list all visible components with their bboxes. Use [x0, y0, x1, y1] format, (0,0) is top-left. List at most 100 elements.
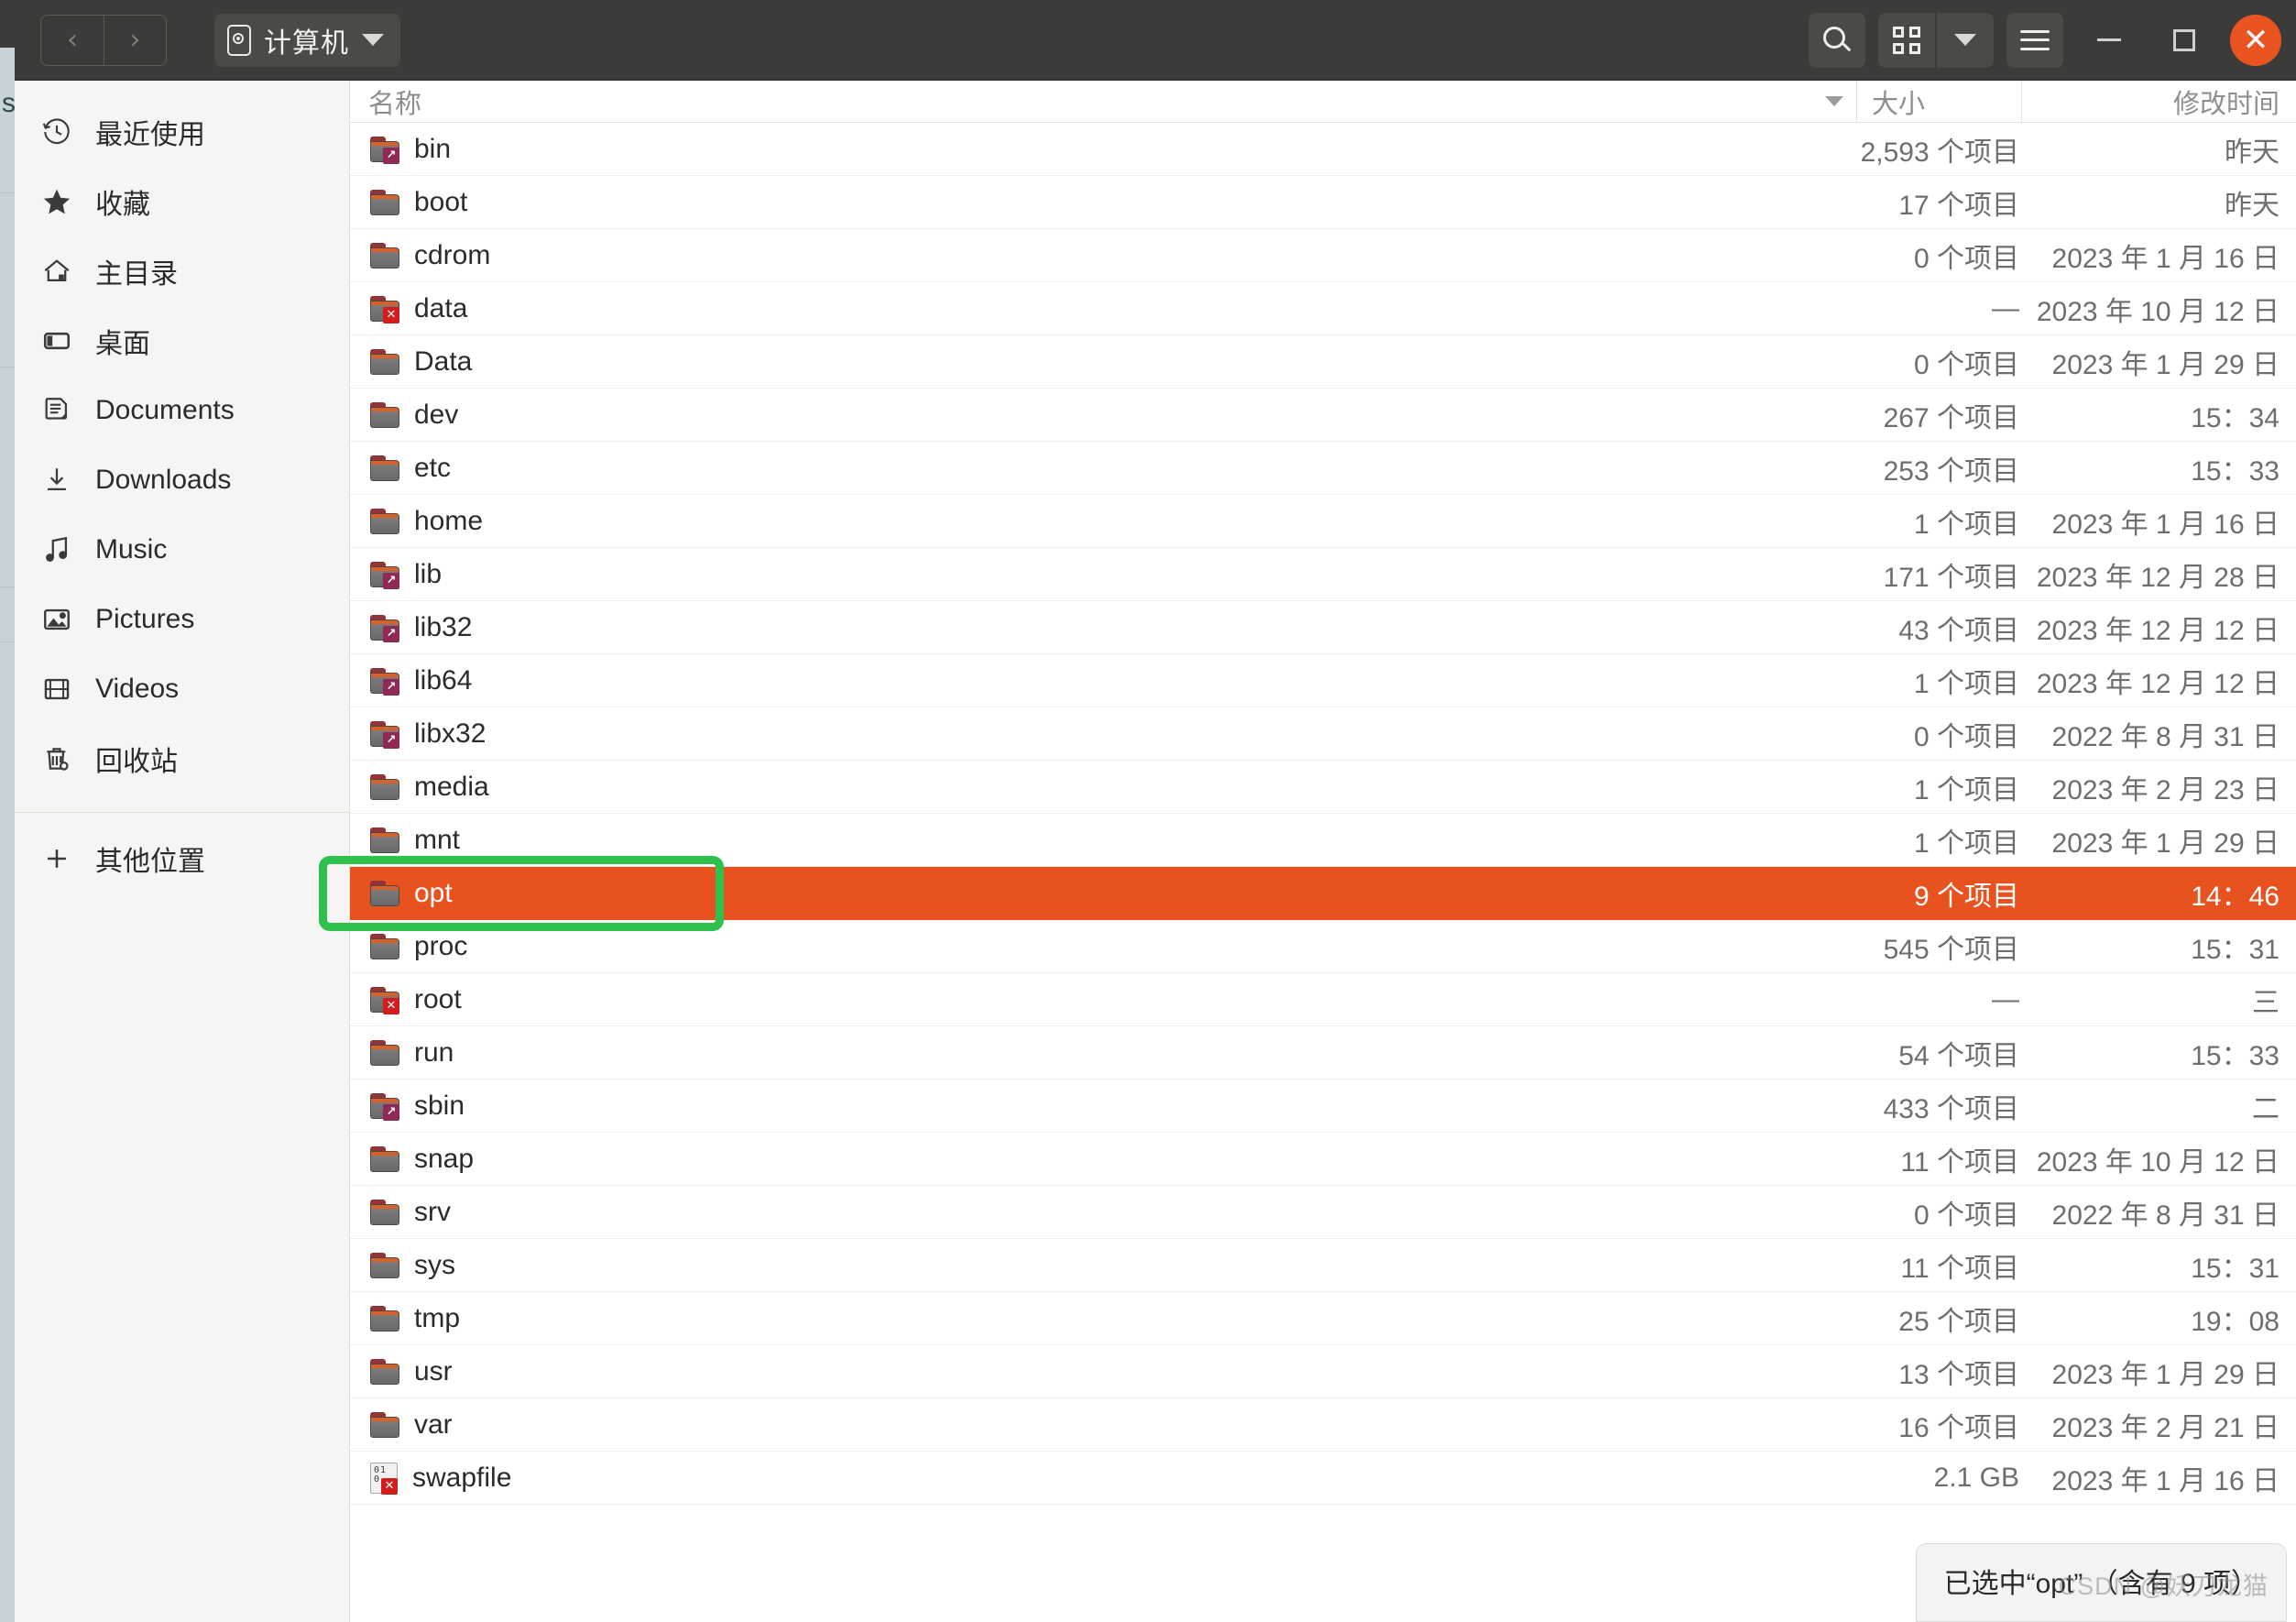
close-icon: ✕	[2242, 21, 2269, 59]
file-modified-cell: 2023 年 12 月 28 日	[2036, 562, 2280, 593]
film-icon	[40, 673, 73, 706]
sidebar-item-label: 其他位置	[95, 847, 205, 877]
view-mode-button[interactable]	[1878, 12, 1935, 68]
file-row-dev[interactable]: dev 267 个项目 15：34	[350, 389, 2296, 442]
file-size-cell: 25 个项目	[1898, 1306, 2019, 1337]
sidebar-item-music[interactable]: Music	[15, 515, 349, 585]
file-modified-cell: 2023 年 10 月 12 日	[2036, 296, 2280, 327]
star-icon	[40, 185, 73, 218]
file-row-srv[interactable]: srv 0 个项目 2022 年 8 月 31 日	[350, 1186, 2296, 1239]
background-window-divider	[0, 192, 15, 193]
file-row-run[interactable]: run 54 个项目 15：33	[350, 1026, 2296, 1080]
main-menu-button[interactable]	[2006, 12, 2063, 68]
file-row-proc[interactable]: proc 545 个项目 15：31	[350, 920, 2296, 973]
file-row-lib64[interactable]: ↗ lib64 1 个项目 2023 年 12 月 12 日	[350, 654, 2296, 707]
locked-badge-icon: ✕	[383, 306, 399, 323]
file-row-sbin[interactable]: ↗ sbin 433 个项目 二	[350, 1080, 2296, 1133]
file-name-cell: ↗ lib32	[350, 612, 1856, 643]
file-row-media[interactable]: media 1 个项目 2023 年 2 月 23 日	[350, 761, 2296, 814]
file-row-usr[interactable]: usr 13 个项目 2023 年 1 月 29 日	[350, 1345, 2296, 1398]
file-name-cell: run	[350, 1037, 1856, 1069]
file-row-bin[interactable]: ↗ bin 2,593 个项目 昨天	[350, 123, 2296, 176]
sidebar-item-pictures[interactable]: Pictures	[15, 585, 349, 654]
sidebar-item-label: Music	[95, 534, 168, 564]
file-name-cell: usr	[350, 1356, 1856, 1387]
file-name-cell: home	[350, 506, 1856, 537]
sidebar-item-other-locations[interactable]: 其他位置	[15, 824, 349, 893]
file-name-label: usr	[414, 1355, 453, 1386]
file-name-cell: 01 0 ✕ swapfile	[350, 1462, 1856, 1495]
sidebar-item-recent[interactable]: 最近使用	[15, 97, 349, 167]
file-name-cell: etc	[350, 453, 1856, 484]
file-row-cdrom[interactable]: cdrom 0 个项目 2023 年 1 月 16 日	[350, 229, 2296, 282]
file-row-lib32[interactable]: ↗ lib32 43 个项目 2023 年 12 月 12 日	[350, 601, 2296, 654]
path-breadcrumb-button[interactable]: 计算机	[214, 13, 400, 67]
file-row-swapfile[interactable]: 01 0 ✕ swapfile 2.1 GB 2023 年 1 月 16 日	[350, 1452, 2296, 1505]
folder-icon	[370, 348, 399, 375]
minimize-button[interactable]	[2080, 11, 2138, 70]
file-row-mnt[interactable]: mnt 1 个项目 2023 年 1 月 29 日	[350, 814, 2296, 867]
forward-button[interactable]: ›	[104, 15, 166, 65]
file-name-cell: ↗ sbin	[350, 1090, 1856, 1122]
file-row-snap[interactable]: snap 11 个项目 2023 年 10 月 12 日	[350, 1133, 2296, 1186]
file-size-cell: 11 个项目	[1900, 1146, 2019, 1178]
sidebar-item-videos[interactable]: Videos	[15, 654, 349, 724]
file-row-root[interactable]: ✕ root — 三	[350, 973, 2296, 1026]
column-header-name[interactable]: 名称	[350, 82, 1856, 121]
close-button[interactable]: ✕	[2230, 14, 2281, 66]
file-name-label: cdrom	[414, 239, 491, 270]
file-size-cell: 13 个项目	[1898, 1359, 2019, 1390]
file-name-label: Data	[414, 345, 473, 377]
file-size-cell: 0 个项目	[1913, 349, 2019, 380]
disk-icon	[227, 24, 251, 56]
file-modified-cell: 15：31	[2191, 1253, 2280, 1284]
sidebar-item-starred[interactable]: 收藏	[15, 167, 349, 236]
folder-icon	[370, 1305, 399, 1332]
folder-icon: ↗	[370, 614, 399, 642]
folder-icon	[370, 508, 399, 534]
file-row-boot[interactable]: boot 17 个项目 昨天	[350, 176, 2296, 229]
sidebar-item-downloads[interactable]: Downloads	[15, 445, 349, 515]
file-modified-cell: 2023 年 12 月 12 日	[2036, 668, 2280, 699]
symlink-badge-icon: ↗	[383, 731, 399, 749]
file-row-lib[interactable]: ↗ lib 171 个项目 2023 年 12 月 28 日	[350, 548, 2296, 601]
chevron-down-icon	[362, 34, 384, 46]
sidebar-item-desktop[interactable]: 桌面	[15, 306, 349, 376]
file-row-tmp[interactable]: tmp 25 个项目 19：08	[350, 1292, 2296, 1345]
file-row-data[interactable]: ✕ data — 2023 年 10 月 12 日	[350, 282, 2296, 335]
file-size-cell: 171 个项目	[1883, 562, 2019, 593]
file-name-cell: opt	[350, 878, 1856, 909]
column-header-size[interactable]: 大小	[1856, 81, 2021, 122]
sidebar-divider	[15, 812, 349, 813]
file-modified-cell: 15：31	[2191, 934, 2280, 965]
view-options-dropdown[interactable]	[1937, 12, 1994, 68]
window-body: 最近使用 收藏 主目录 桌面 Documents Downloads Music…	[15, 81, 2296, 1622]
sidebar-item-trash[interactable]: 回收站	[15, 724, 349, 794]
sidebar-item-home[interactable]: 主目录	[15, 236, 349, 306]
column-header-modified[interactable]: 修改时间	[2021, 81, 2296, 122]
file-row-Data[interactable]: Data 0 个项目 2023 年 1 月 29 日	[350, 335, 2296, 389]
file-row-opt[interactable]: opt 9 个项目 14：46	[350, 867, 2296, 920]
file-row-var[interactable]: var 16 个项目 2023 年 2 月 21 日	[350, 1398, 2296, 1452]
file-modified-cell: 2023 年 1 月 29 日	[2051, 1359, 2280, 1390]
file-size-cell: 0 个项目	[1913, 1200, 2019, 1231]
file-modified-cell: 2023 年 1 月 16 日	[2051, 1465, 2280, 1496]
search-button[interactable]	[1809, 12, 1865, 68]
file-row-etc[interactable]: etc 253 个项目 15：33	[350, 442, 2296, 495]
file-rows-container[interactable]: ↗ bin 2,593 个项目 昨天 boot 17 个项目 昨天 cdrom 0 个项目 202…	[350, 123, 2296, 1622]
file-size-cell: 2,593 个项目	[1860, 137, 2019, 168]
file-name-cell: ✕ data	[350, 293, 1856, 324]
file-row-libx32[interactable]: ↗ libx32 0 个项目 2022 年 8 月 31 日	[350, 707, 2296, 761]
sidebar-item-documents[interactable]: Documents	[15, 376, 349, 445]
file-modified-cell: 2023 年 2 月 23 日	[2051, 774, 2280, 806]
maximize-button[interactable]	[2155, 11, 2214, 70]
file-size-cell: 433 个项目	[1883, 1093, 2019, 1124]
folder-icon: ✕	[370, 986, 399, 1014]
file-row-home[interactable]: home 1 个项目 2023 年 1 月 16 日	[350, 495, 2296, 548]
file-row-sys[interactable]: sys 11 个项目 15：31	[350, 1239, 2296, 1292]
sidebar-item-label: 回收站	[95, 747, 178, 777]
back-button[interactable]: ‹	[41, 15, 104, 65]
file-name-label: etc	[414, 452, 452, 483]
file-modified-cell: 2022 年 8 月 31 日	[2051, 721, 2280, 752]
sidebar-item-label: 主目录	[95, 259, 178, 290]
